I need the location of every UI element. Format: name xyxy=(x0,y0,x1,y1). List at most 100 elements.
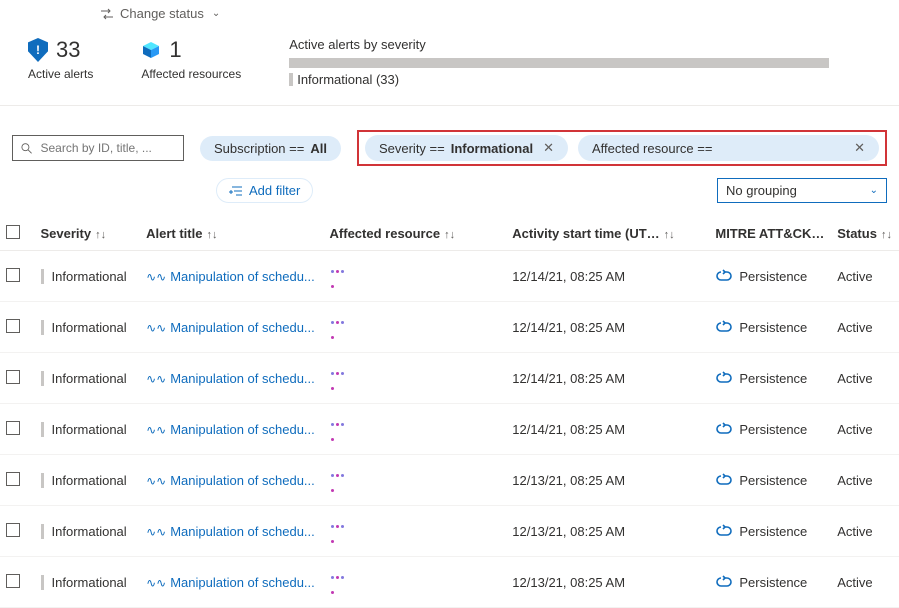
change-status-label: Change status xyxy=(120,6,204,21)
resource-icon xyxy=(330,465,346,477)
severity-title: Active alerts by severity xyxy=(289,37,879,52)
column-header-mitre[interactable]: MITRE ATT&CK… xyxy=(709,217,831,251)
alert-title-link[interactable]: Manipulation of schedu... xyxy=(170,473,315,488)
row-checkbox[interactable] xyxy=(6,523,20,537)
chevron-down-icon: ⌄ xyxy=(212,8,220,19)
filter-bar-row2: Add filter No grouping ⌄ xyxy=(0,172,899,217)
resource-icon xyxy=(330,516,346,528)
mitre-cell: Persistence xyxy=(715,473,825,488)
persistence-icon xyxy=(715,320,733,334)
stat-active-alerts: 33 Active alerts xyxy=(28,37,93,81)
severity-cell: Informational xyxy=(41,422,135,437)
alert-title-link[interactable]: Manipulation of schedu... xyxy=(170,269,315,284)
persistence-icon xyxy=(715,524,733,538)
mitre-label: Persistence xyxy=(739,371,807,386)
severity-legend-text: Informational (33) xyxy=(297,72,399,87)
resource-icon xyxy=(330,414,346,426)
column-header-time[interactable]: Activity start time (UT…↑↓ xyxy=(506,217,709,251)
alert-title-link[interactable]: Manipulation of schedu... xyxy=(170,524,315,539)
row-checkbox[interactable] xyxy=(6,421,20,435)
persistence-icon xyxy=(715,371,733,385)
activity-time: 12/13/21, 08:25 AM xyxy=(506,506,709,557)
pulse-icon: ∿∿ xyxy=(146,525,166,539)
table-row[interactable]: Informational∿∿Manipulation of schedu...… xyxy=(0,506,899,557)
table-row[interactable]: Informational ∿∿ Manipulation of schedu...… xyxy=(0,557,899,608)
severity-chart: Active alerts by severity Informational … xyxy=(289,37,899,87)
row-checkbox[interactable] xyxy=(6,268,20,282)
persistence-icon xyxy=(715,269,733,283)
sort-icon: ↑↓ xyxy=(444,229,455,241)
filter-pill-severity[interactable]: Severity == Informational ✕ xyxy=(365,135,568,161)
select-all-checkbox[interactable] xyxy=(6,225,20,239)
status-cell: Active xyxy=(831,404,899,455)
search-icon xyxy=(21,142,32,155)
affected-resources-count: 1 xyxy=(169,37,181,63)
active-alerts-label: Active alerts xyxy=(28,67,93,81)
severity-cell: Informational xyxy=(41,371,135,386)
alert-title-link[interactable]: Manipulation of schedu... xyxy=(170,422,315,437)
sort-icon: ↑↓ xyxy=(95,229,106,241)
activity-time: 12/13/21, 08:25 AM xyxy=(506,455,709,506)
row-checkbox[interactable] xyxy=(6,319,20,333)
stats-bar: 33 Active alerts 1 Affected resources Ac… xyxy=(0,27,899,106)
column-header-resource[interactable]: Affected resource↑↓ xyxy=(324,217,507,251)
highlighted-filters: Severity == Informational ✕ Affected res… xyxy=(357,130,887,166)
filter-subscription-label: Subscription == xyxy=(214,141,304,156)
status-cell: Active xyxy=(831,557,899,608)
status-cell: Active xyxy=(831,251,899,302)
filter-pill-resource[interactable]: Affected resource == ✕ xyxy=(578,135,879,161)
mitre-cell: Persistence xyxy=(715,320,825,335)
stat-affected-resources: 1 Affected resources xyxy=(141,37,241,81)
filter-pill-subscription[interactable]: Subscription == All xyxy=(200,136,341,161)
table-row[interactable]: Informational∿∿Manipulation of schedu...… xyxy=(0,455,899,506)
filter-subscription-value: All xyxy=(310,141,327,156)
close-icon[interactable]: ✕ xyxy=(543,140,554,156)
column-header-status[interactable]: Status↑↓ xyxy=(831,217,899,251)
add-filter-label: Add filter xyxy=(249,183,300,198)
severity-cell: Informational xyxy=(41,575,135,590)
search-input-wrapper[interactable] xyxy=(12,135,184,161)
search-input[interactable] xyxy=(38,140,175,156)
table-row[interactable]: Informational∿∿Manipulation of schedu...… xyxy=(0,404,899,455)
row-checkbox[interactable] xyxy=(6,370,20,384)
table-row[interactable]: Informational∿∿Manipulation of schedu...… xyxy=(0,251,899,302)
grouping-select[interactable]: No grouping ⌄ xyxy=(717,178,887,203)
row-checkbox[interactable] xyxy=(6,472,20,486)
pulse-icon: ∿∿ xyxy=(146,321,166,335)
mitre-label: Persistence xyxy=(739,422,807,437)
alerts-table: Severity↑↓ Alert title↑↓ Affected resour… xyxy=(0,217,899,608)
status-cell: Active xyxy=(831,506,899,557)
alert-title-link[interactable]: Manipulation of schedu... xyxy=(170,371,315,386)
mitre-cell: Persistence xyxy=(715,269,825,284)
grouping-value: No grouping xyxy=(726,183,797,198)
pulse-icon: ∿∿ xyxy=(146,372,166,386)
filter-severity-value: Informational xyxy=(451,141,533,156)
change-status-action[interactable]: Change status ⌄ xyxy=(0,0,899,27)
alert-title-link[interactable]: Manipulation of schedu... xyxy=(170,575,315,590)
table-row[interactable]: Informational ∿∿ Manipulation of schedu...… xyxy=(0,353,899,404)
mitre-label: Persistence xyxy=(739,575,807,590)
active-alerts-count: 33 xyxy=(56,37,80,63)
mitre-label: Persistence xyxy=(739,320,807,335)
swap-icon xyxy=(100,8,114,20)
column-header-severity[interactable]: Severity↑↓ xyxy=(35,217,141,251)
legend-swatch-icon xyxy=(289,73,293,86)
status-cell: Active xyxy=(831,455,899,506)
table-row[interactable]: Informational ∿∿ Manipulation of schedu...… xyxy=(0,302,899,353)
severity-cell: Informational xyxy=(41,320,135,335)
resource-icon xyxy=(330,567,346,579)
close-icon[interactable]: ✕ xyxy=(854,140,865,156)
mitre-cell: Persistence xyxy=(715,524,825,539)
pulse-icon: ∿∿ xyxy=(146,576,166,590)
alert-title-link[interactable]: Manipulation of schedu... xyxy=(170,320,315,335)
status-cell: Active xyxy=(831,353,899,404)
activity-time: 12/14/21, 08:25 AM xyxy=(506,251,709,302)
activity-time: 12/14/21, 08:25 AM xyxy=(506,302,709,353)
mitre-cell: Persistence xyxy=(715,371,825,386)
row-checkbox[interactable] xyxy=(6,574,20,588)
persistence-icon xyxy=(715,575,733,589)
cube-icon xyxy=(141,40,161,60)
column-header-title[interactable]: Alert title↑↓ xyxy=(140,217,323,251)
pulse-icon: ∿∿ xyxy=(146,270,166,284)
add-filter-button[interactable]: Add filter xyxy=(216,178,313,203)
